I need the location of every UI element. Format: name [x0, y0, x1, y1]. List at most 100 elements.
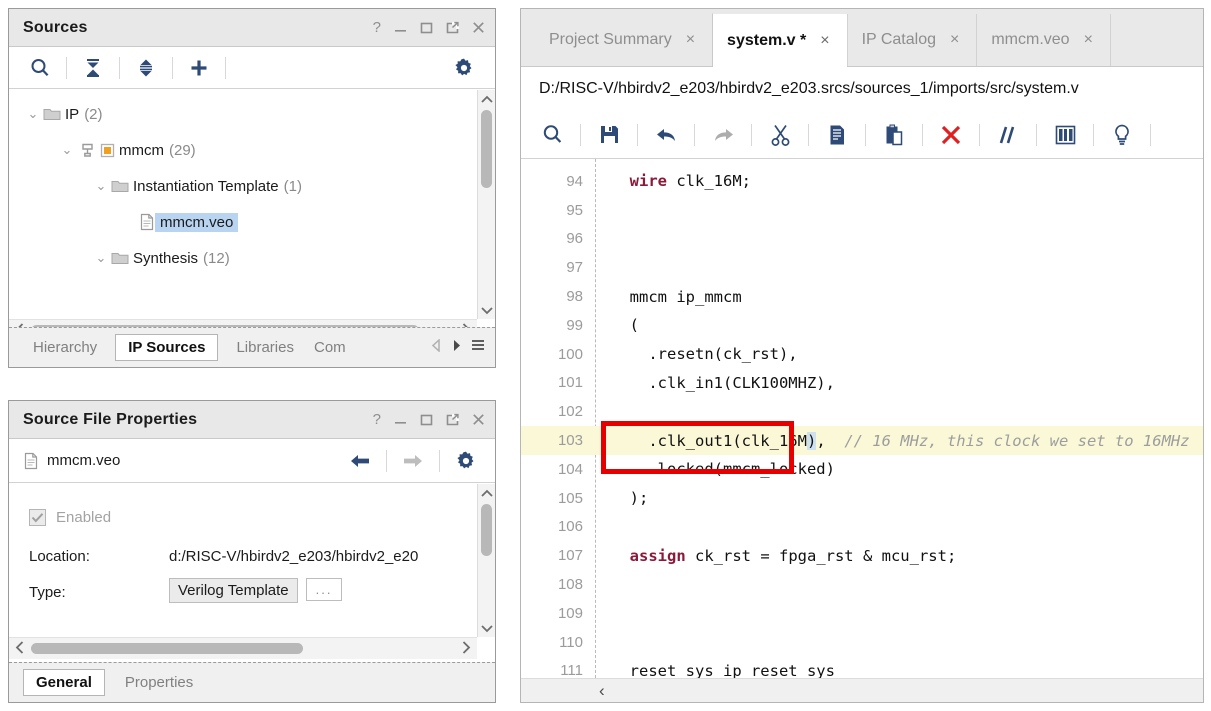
code-line[interactable]: 100 .resetn(ck_rst), [521, 340, 1203, 369]
collapse-all-icon[interactable] [76, 53, 110, 83]
code-line[interactable]: 103 .clk_out1(clk_16M), // 16 MHz, this … [521, 426, 1203, 455]
tree-vertical-scrollbar[interactable] [477, 90, 495, 319]
tab-label: IP Catalog [861, 31, 936, 48]
sources-tree[interactable]: ⌄ IP (2) ⌄ mmcm (29) ⌄ Instantiation Tem… [9, 90, 495, 319]
code-line[interactable]: 95 [521, 196, 1203, 225]
chevron-down-icon[interactable]: ⌄ [91, 250, 111, 266]
maximize-icon[interactable] [420, 21, 433, 34]
bulb-icon[interactable] [1103, 118, 1141, 152]
scroll-up-arrow-icon[interactable] [480, 90, 493, 108]
code-line[interactable]: 102 [521, 397, 1203, 426]
code-lines[interactable]: 94 wire clk_16M; 95 96 97 98 mmcm ip_mmcm 99 … [521, 159, 1203, 678]
code-line[interactable]: 101 .clk_in1(CLK100MHZ), [521, 369, 1203, 398]
code-line[interactable]: 104 .locked(mmcm_locked) [521, 455, 1203, 484]
text-caret: ) [806, 431, 817, 450]
cut-icon[interactable] [761, 118, 799, 152]
comment-icon[interactable] [989, 118, 1027, 152]
maximize-icon[interactable] [420, 413, 433, 426]
code-line[interactable]: 110 [521, 628, 1203, 657]
code-line[interactable]: 108 [521, 570, 1203, 599]
properties-vertical-scrollbar[interactable] [477, 484, 495, 637]
tab-mmcm-veo[interactable]: mmcm.veo × [976, 14, 1110, 66]
expand-all-icon[interactable] [129, 53, 163, 83]
close-icon[interactable] [472, 21, 485, 34]
paste-icon[interactable] [875, 118, 913, 152]
close-icon[interactable]: × [936, 31, 972, 49]
code-line[interactable]: 111 reset_sys ip_reset_sys [521, 657, 1203, 678]
code-line[interactable]: 97 [521, 253, 1203, 282]
close-icon[interactable]: × [1070, 31, 1106, 49]
tree-row[interactable]: mmcm.veo [9, 204, 477, 240]
scroll-right-arrow-icon[interactable] [455, 640, 477, 657]
scroll-down-arrow-icon[interactable] [480, 301, 493, 319]
settings-gear-icon[interactable] [449, 446, 483, 476]
help-icon[interactable]: ? [373, 412, 381, 427]
tab-ip-sources[interactable]: IP Sources [115, 334, 219, 361]
float-icon[interactable] [446, 413, 459, 426]
tree-scroll-thumb[interactable] [481, 110, 492, 188]
undo-icon[interactable] [647, 118, 685, 152]
code-line[interactable]: 109 [521, 599, 1203, 628]
tree-row[interactable]: ⌄ Instantiation Template (1) [9, 168, 477, 204]
code-keyword: assign [629, 546, 686, 565]
minimize-icon[interactable] [394, 21, 407, 34]
code-line[interactable]: 106 [521, 513, 1203, 542]
chevron-down-icon[interactable]: ⌄ [57, 142, 77, 158]
editor-panel: Project Summary × system.v * × IP Catalo… [520, 8, 1204, 703]
type-browse-button[interactable]: ... [305, 578, 343, 601]
enabled-checkbox-row[interactable]: Enabled [29, 500, 477, 534]
tree-row[interactable]: ⌄ Synthesis (12) [9, 240, 477, 276]
enabled-checkbox[interactable] [29, 508, 46, 526]
minimize-icon[interactable] [394, 413, 407, 426]
scroll-left-arrow-icon[interactable] [9, 640, 31, 657]
code-line[interactable]: 98 mmcm ip_mmcm [521, 282, 1203, 311]
line-number: 100 [557, 345, 583, 363]
tab-general[interactable]: General [23, 669, 105, 696]
tab-system-v[interactable]: system.v * × [712, 13, 847, 67]
chevron-down-icon[interactable]: ⌄ [23, 106, 43, 122]
close-icon[interactable] [472, 413, 485, 426]
scroll-left-arrow-icon[interactable]: ‹ [599, 681, 605, 701]
code-line[interactable]: 99 ( [521, 311, 1203, 340]
float-icon[interactable] [446, 21, 459, 34]
code-line[interactable]: 107 assign ck_rst = fpga_rst & mcu_rst; [521, 541, 1203, 570]
columns-icon[interactable] [1046, 118, 1084, 152]
close-icon[interactable]: × [672, 31, 708, 49]
add-sources-icon[interactable] [182, 53, 216, 83]
tab-ip-catalog[interactable]: IP Catalog × [846, 14, 977, 66]
code-line[interactable]: 94 wire clk_16M; [521, 167, 1203, 196]
copy-icon[interactable] [818, 118, 856, 152]
tab-libraries[interactable]: Libraries [226, 334, 304, 361]
next-tab-arrow-icon[interactable] [451, 339, 462, 357]
back-arrow-icon[interactable] [343, 446, 377, 476]
editor-horizontal-scrollbar[interactable]: ‹ [521, 678, 1203, 702]
properties-scroll-thumb[interactable] [481, 504, 492, 556]
tab-properties[interactable]: Properties [115, 669, 203, 696]
type-field[interactable]: Verilog Template [169, 578, 298, 603]
tree-row[interactable]: ⌄ IP (2) [9, 96, 477, 132]
prev-tab-arrow-icon[interactable] [431, 337, 442, 357]
delete-icon[interactable] [932, 118, 970, 152]
chevron-down-icon[interactable]: ⌄ [91, 178, 111, 194]
save-icon[interactable] [590, 118, 628, 152]
tree-item-label-selected[interactable]: mmcm.veo [155, 212, 239, 232]
scroll-down-arrow-icon[interactable] [480, 619, 493, 637]
scroll-up-arrow-icon[interactable] [480, 484, 493, 502]
code-line[interactable]: 96 [521, 225, 1203, 254]
find-icon[interactable] [533, 118, 571, 152]
tab-project-summary[interactable]: Project Summary × [535, 14, 712, 66]
settings-gear-icon[interactable] [447, 53, 481, 83]
code-editor[interactable]: 94 wire clk_16M; 95 96 97 98 mmcm ip_mmcm 99 … [521, 159, 1203, 678]
tab-list-menu-icon[interactable] [471, 339, 485, 357]
properties-horizontal-scrollbar[interactable] [9, 637, 477, 659]
close-icon[interactable]: × [806, 32, 842, 50]
code-line[interactable]: 105 ); [521, 484, 1203, 513]
tab-compile-order[interactable]: Com [304, 334, 346, 361]
properties-hscroll-thumb[interactable] [31, 643, 303, 654]
tab-hierarchy[interactable]: Hierarchy [23, 334, 107, 361]
search-icon[interactable] [23, 53, 57, 83]
line-number: 101 [557, 374, 583, 392]
sources-panel: Sources ? ⌄ IP (2) ⌄ mmcm (29) ⌄ Instant… [8, 8, 496, 368]
help-icon[interactable]: ? [373, 20, 381, 35]
tree-row[interactable]: ⌄ mmcm (29) [9, 132, 477, 168]
